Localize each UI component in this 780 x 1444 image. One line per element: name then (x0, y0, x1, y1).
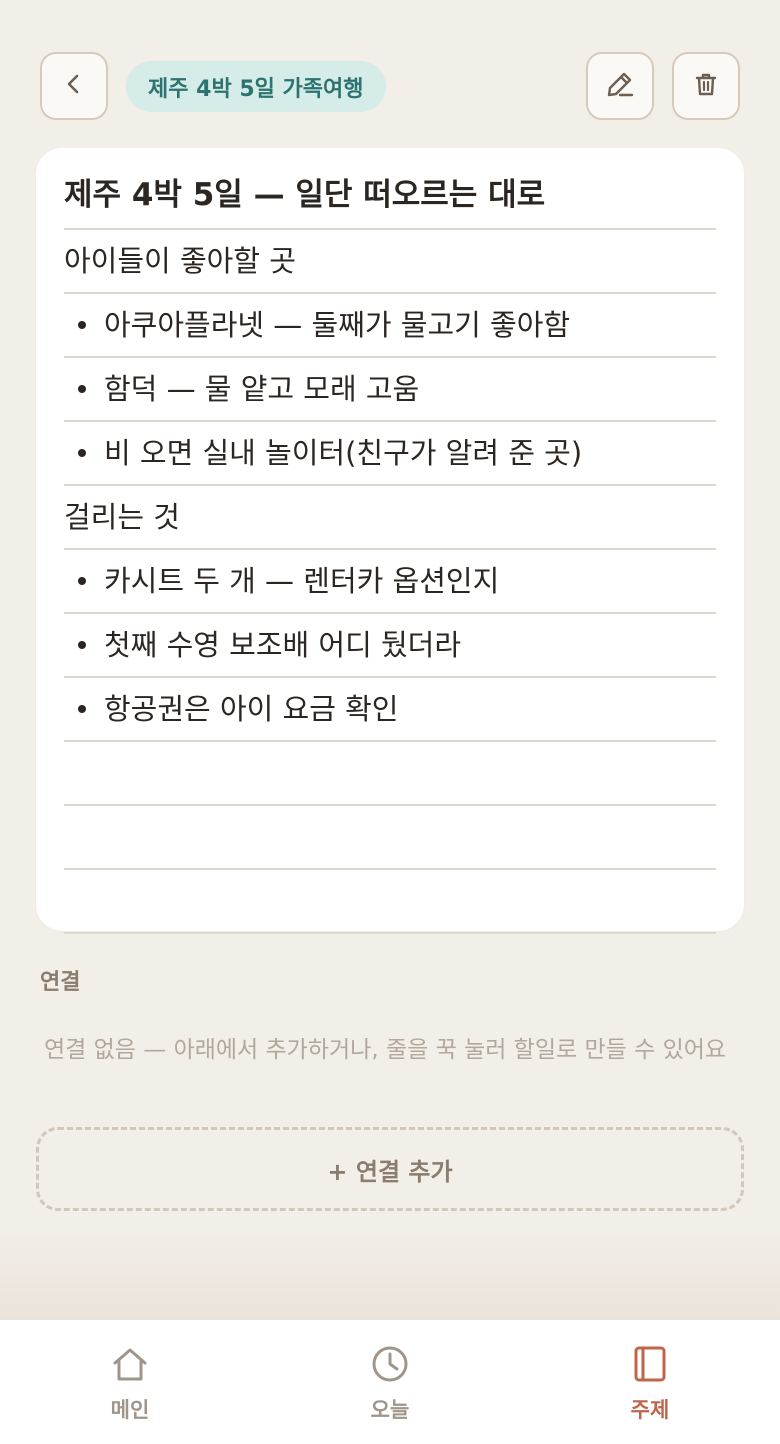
note-bullet-line[interactable]: 아쿠아플라넷 — 둘째가 물고기 좋아함 (64, 294, 716, 358)
back-button[interactable] (40, 52, 108, 120)
nav-label: 메인 (110, 1398, 150, 1422)
nav-item-main[interactable]: 메인 (0, 1320, 260, 1444)
note-lines: 아이들이 좋아할 곳아쿠아플라넷 — 둘째가 물고기 좋아함함덕 — 물 얕고 … (64, 230, 716, 934)
note-bullet-line[interactable]: 첫째 수영 보조배 어디 뒀더라 (64, 614, 716, 678)
note-bullet-line[interactable]: 함덕 — 물 얕고 모래 고움 (64, 358, 716, 422)
note-detail-screen: 제주 4박 5일 가족여행 제주 4박 5일 — 일단 떠오르는 대로 아이들이… (0, 0, 780, 1444)
note-title[interactable]: 제주 4박 5일 — 일단 떠오르는 대로 (64, 160, 716, 230)
nav-item-topics[interactable]: 주제 (520, 1320, 780, 1444)
bottom-nav: 메인 오늘 주제 (0, 1320, 780, 1444)
bullet-dot (78, 641, 86, 649)
edit-button[interactable] (586, 52, 654, 120)
clock-icon (368, 1342, 412, 1386)
note-line-text: 카시트 두 개 — 렌터카 옵션인지 (104, 564, 500, 598)
topic-chip[interactable]: 제주 4박 5일 가족여행 (126, 61, 386, 112)
delete-button[interactable] (672, 52, 740, 120)
note-line[interactable]: 걸리는 것 (64, 486, 716, 550)
nav-label: 주제 (630, 1398, 670, 1422)
note-line-text: 항공권은 아이 요금 확인 (104, 692, 399, 726)
note-card: 제주 4박 5일 — 일단 떠오르는 대로 아이들이 좋아할 곳아쿠아플라넷 —… (36, 148, 744, 934)
note-line[interactable]: 아이들이 좋아할 곳 (64, 230, 716, 294)
trash-icon (692, 70, 720, 102)
note-line-text: 함덕 — 물 얕고 모래 고움 (104, 372, 420, 406)
note-line-text: 비 오면 실내 놀이터(친구가 알려 준 곳) (104, 436, 583, 470)
bullet-dot (78, 385, 86, 393)
note-line-text: 첫째 수영 보조배 어디 뒀더라 (104, 628, 462, 662)
note-line-text: 아이들이 좋아할 곳 (64, 244, 296, 278)
note-bullet-line[interactable]: 항공권은 아이 요금 확인 (64, 678, 716, 742)
pencil-icon (604, 68, 636, 104)
note-line[interactable] (64, 742, 716, 806)
links-heading: 연결 (40, 970, 81, 995)
links-empty-message: 연결 없음 — 아래에서 추가하거나, 줄을 꾹 눌러 할일로 만들 수 있어요 (44, 1037, 727, 1063)
note-line[interactable] (64, 870, 716, 934)
bullet-dot (78, 577, 86, 585)
bullet-dot (78, 449, 86, 457)
note-bullet-line[interactable]: 카시트 두 개 — 렌터카 옵션인지 (64, 550, 716, 614)
nav-item-today[interactable]: 오늘 (260, 1320, 520, 1444)
note-line-text: 걸리는 것 (64, 500, 180, 534)
note-line-text: 아쿠아플라넷 — 둘째가 물고기 좋아함 (104, 308, 571, 342)
bottom-fade (0, 1230, 780, 1320)
bullet-dot (78, 321, 86, 329)
bullet-dot (78, 705, 86, 713)
add-link-button[interactable]: + 연결 추가 (36, 1127, 744, 1211)
notebook-icon (628, 1342, 672, 1386)
chevron-left-icon (61, 71, 87, 101)
note-line[interactable] (64, 806, 716, 870)
note-bullet-line[interactable]: 비 오면 실내 놀이터(친구가 알려 준 곳) (64, 422, 716, 486)
home-icon (108, 1342, 152, 1386)
nav-label: 오늘 (370, 1398, 410, 1422)
